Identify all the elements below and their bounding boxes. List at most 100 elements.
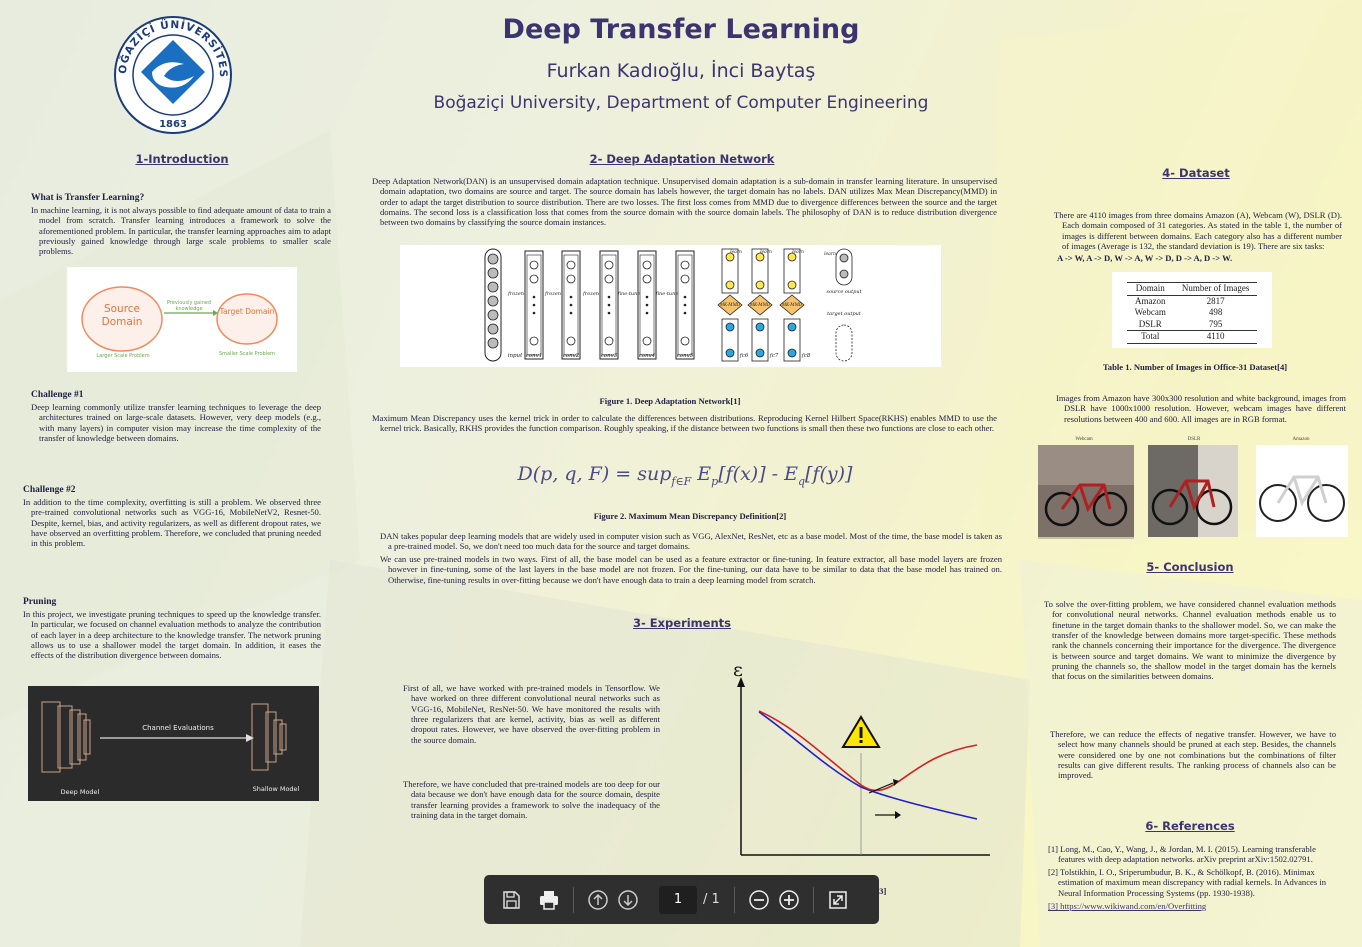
conv-node [604, 336, 614, 346]
table-1-caption: Table 1. Number of Images in Office-31 D… [1102, 362, 1288, 372]
reference-link[interactable]: [3] https://www.wikiwand.com/en/Overfitt… [1048, 901, 1340, 911]
target-fc-node [725, 348, 735, 358]
conv-dot [645, 303, 649, 307]
dataset-resolution-text: Images from Amazon have 300x300 resoluti… [1056, 393, 1346, 424]
table-row-total: Total 4110 [1126, 330, 1258, 343]
larger-scale-label: Larger Scale Problem [96, 353, 150, 359]
conclusion-text-2: Therefore, we can reduce the effects of … [1050, 729, 1336, 781]
target-domain-label: Target Domain [219, 307, 275, 316]
transfer-learning-figure: Source Domain Target Domain Previously g… [67, 267, 297, 372]
fc-label: fc8 [801, 353, 811, 359]
conv-dot [607, 311, 611, 315]
table-cell: DSLR [1138, 318, 1162, 329]
previous-page-icon[interactable] [583, 885, 613, 915]
poster-title: Deep Transfer Learning [502, 14, 860, 45]
conv-node [604, 274, 614, 284]
toolbar-divider [812, 886, 814, 913]
input-node [487, 323, 499, 335]
layer-mode-label: fine-tune [617, 291, 641, 297]
table-cell: 4110 [1206, 331, 1225, 341]
pruning-text: In this project, we investigate pruning … [23, 609, 321, 661]
amazon-sample-image: Amazon [1250, 437, 1352, 545]
svg-text:1863: 1863 [159, 119, 187, 130]
target-output-layer [835, 324, 853, 362]
layer-mode-label: frozen [507, 291, 524, 297]
table-cell: Total [1141, 331, 1160, 341]
conclusion-text-1: To solve the over-fitting problem, we ha… [1044, 599, 1336, 682]
print-icon[interactable] [534, 885, 564, 915]
conv-node [566, 336, 576, 346]
zoom-out-icon[interactable] [744, 885, 774, 915]
next-page-icon[interactable] [613, 885, 643, 915]
conv-dot [607, 303, 611, 307]
table-cell: 498 [1208, 307, 1223, 317]
source-domain-label: Source Domain [101, 303, 143, 328]
experiments-text-2: Therefore, we have concluded that pre-tr… [403, 779, 660, 820]
mk-mmd-label: MK-MMD [719, 302, 741, 307]
toolbar-divider [573, 886, 574, 913]
dataset-heading: 4- Dataset [1162, 166, 1230, 180]
experiments-text-1: First of all, we have worked with pre-tr… [403, 683, 660, 745]
conv-dot [683, 303, 687, 307]
conv-dot [645, 311, 649, 315]
layer-mode-label: frozen [544, 291, 561, 297]
table-cell: Webcam [1134, 307, 1166, 317]
fc-label: fc7 [769, 353, 779, 359]
conv-node [529, 274, 539, 284]
conv-dot [569, 311, 573, 315]
references-heading: 6- References [1145, 819, 1235, 833]
dslr-image-title: DSLR [1187, 437, 1201, 442]
source-fc-node [755, 280, 765, 290]
challenge-1-text: Deep learning commonly utilize transfer … [31, 402, 321, 443]
source-fc-node [725, 280, 735, 290]
challenge-2-title: Challenge #2 [23, 485, 76, 495]
conv-node [566, 260, 576, 270]
conv-dot [532, 295, 536, 299]
fc-label: fc6 [739, 353, 749, 359]
layer-mode-label: frozen [582, 291, 599, 297]
dataset-tasks: A -> W, A -> D, W -> A, W -> D, D -> A, … [1057, 253, 1233, 263]
table-header-number-of-images: Number of Images [1181, 283, 1250, 293]
conv-node [642, 260, 652, 270]
table-row: Webcam 498 [1127, 307, 1258, 319]
learn-label: learn [760, 249, 772, 255]
poster-affiliation: Boğaziçi University, Department of Compu… [433, 93, 929, 113]
challenge-1-title: Challenge #1 [31, 390, 84, 400]
input-node [487, 337, 499, 349]
smaller-scale-label: Smaller Scale Problem [218, 351, 276, 357]
dslr-sample-image: DSLR [1140, 437, 1248, 545]
poster-authors: Furkan Kadıoğlu, İnci Baytaş [546, 60, 816, 82]
page-number-input[interactable] [659, 885, 697, 914]
conv-node [566, 274, 576, 284]
dataset-table: Domain Number of Images Amazon 2817 Webc… [1126, 282, 1258, 344]
target-fc-node [755, 322, 765, 332]
target-fc-node [787, 348, 797, 358]
fit-page-icon[interactable] [823, 885, 853, 915]
table-cell: 795 [1208, 318, 1223, 329]
dataset-text: There are 4110 images from three domains… [1054, 210, 1342, 251]
table-row: Amazon 2817 [1127, 295, 1258, 307]
deep-model-label: Deep Model [60, 788, 100, 796]
layer-mode-label: fine-tune [655, 291, 679, 297]
input-label: input [508, 353, 523, 359]
introduction-heading: 1-Introduction [135, 152, 229, 166]
save-icon[interactable] [496, 885, 526, 915]
source-output-node [839, 269, 849, 279]
conv-dot [569, 295, 573, 299]
conv-dot [569, 303, 573, 307]
conv-dot [532, 311, 536, 315]
page-total: / 1 [703, 892, 720, 907]
conv-label: conv3 [601, 353, 618, 359]
input-node [487, 309, 499, 321]
mk-mmd-label: MK-MMD [749, 302, 771, 307]
conv-dot [532, 303, 536, 307]
table-cell: Amazon [1135, 295, 1166, 306]
dan-pretrained-text: We can use pre-trained models in two way… [380, 554, 1002, 585]
input-node [487, 295, 499, 307]
webcam-image-title: Webcam [1075, 437, 1093, 442]
input-node [487, 267, 499, 279]
zoom-in-icon[interactable] [774, 885, 804, 915]
conv-node [529, 336, 539, 346]
pdf-toolbar: / 1 [484, 875, 879, 924]
challenge-2-text: In addition to the time complexity, over… [23, 497, 321, 549]
